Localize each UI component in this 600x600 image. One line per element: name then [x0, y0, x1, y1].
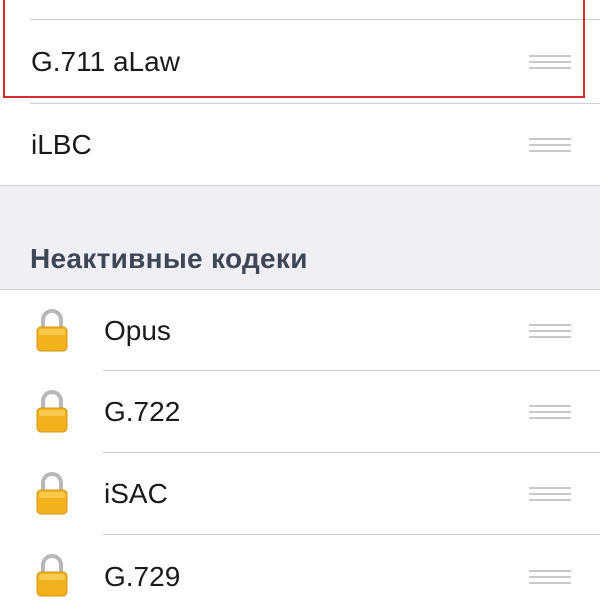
drag-handle-icon[interactable]: [529, 324, 571, 338]
codec-label: iSAC: [104, 478, 168, 509]
drag-handle-icon[interactable]: [529, 487, 571, 501]
drag-handle-icon[interactable]: [529, 405, 571, 419]
lock-icon: [36, 554, 68, 597]
codec-label: G.722: [104, 396, 181, 427]
drag-handle-icon[interactable]: [529, 570, 571, 584]
codec-settings-screen: G.711 aLaw iLBC Неактивные кодеки Opus G…: [0, 0, 600, 600]
codec-row-ilbc[interactable]: iLBC: [0, 104, 600, 185]
section-header-inactive-codecs: Неактивные кодеки: [30, 243, 308, 274]
codec-row-g729[interactable]: G.729: [0, 535, 600, 600]
codec-row-isac[interactable]: iSAC: [0, 453, 600, 534]
codec-label: iLBC: [31, 129, 92, 160]
lock-icon: [36, 390, 68, 433]
codec-label: G.729: [104, 561, 181, 592]
codec-row-opus[interactable]: Opus: [0, 290, 600, 370]
codec-row-g722[interactable]: G.722: [0, 371, 600, 452]
lock-icon: [36, 472, 68, 515]
codec-label: Opus: [104, 315, 171, 346]
highlight-frame: [3, 0, 585, 98]
lock-icon: [36, 309, 68, 352]
drag-handle-icon[interactable]: [529, 138, 571, 152]
